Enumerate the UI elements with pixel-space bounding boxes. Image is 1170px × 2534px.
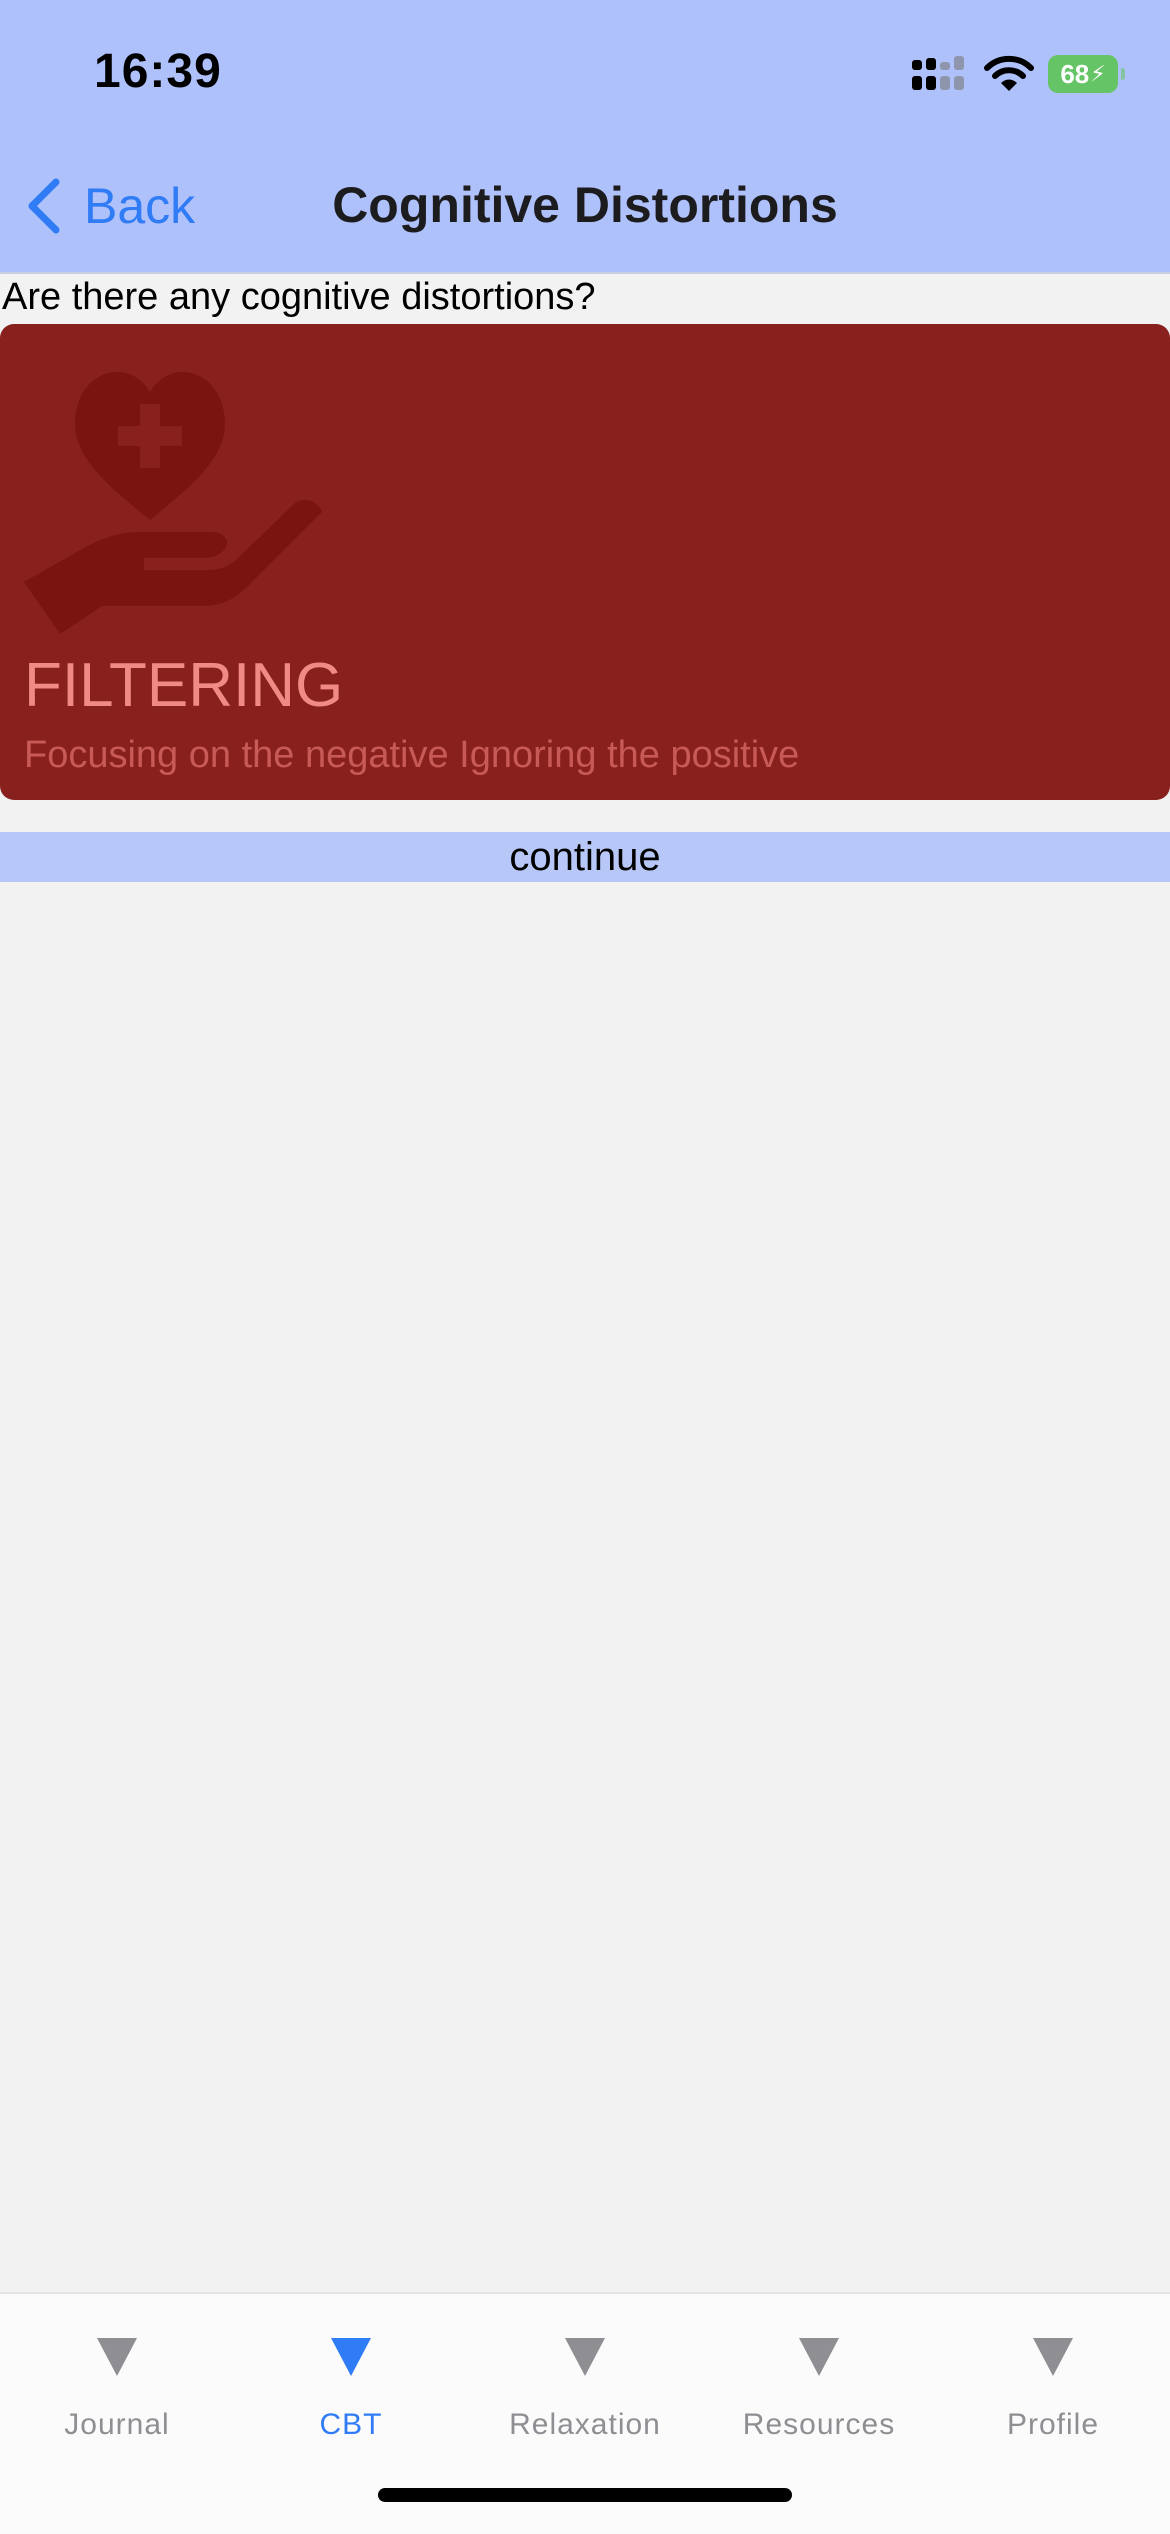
tab-relaxation[interactable]: Relaxation <box>468 2324 702 2464</box>
triangle-down-icon <box>97 2338 137 2376</box>
battery-indicator: 68 ⚡ <box>1048 55 1125 93</box>
status-time: 16:39 <box>94 45 222 98</box>
heart-in-hand-icon <box>24 372 322 634</box>
continue-button[interactable]: continue <box>0 832 1170 882</box>
card-subtitle: Focusing on the negative Ignoring the po… <box>24 734 800 776</box>
tab-cbt[interactable]: CBT <box>234 2324 468 2464</box>
navigation-bar: 16:39 68 ⚡ Back Cognitive Distortions <box>0 0 1170 274</box>
triangle-down-icon <box>331 2338 371 2376</box>
tab-label: Relaxation <box>509 2408 661 2441</box>
charging-bolt-icon: ⚡ <box>1090 61 1106 86</box>
battery-nub <box>1121 68 1125 80</box>
distortion-card[interactable]: FILTERING Focusing on the negative Ignor… <box>0 324 1170 800</box>
wifi-icon <box>984 55 1034 91</box>
home-indicator <box>378 2488 792 2502</box>
triangle-down-icon <box>565 2338 605 2376</box>
question-text: Are there any cognitive distortions? <box>2 276 596 318</box>
status-icons: 68 ⚡ <box>910 52 1125 96</box>
tab-profile[interactable]: Profile <box>936 2324 1170 2464</box>
tab-label: Profile <box>1006 2408 1100 2441</box>
cellular-signal-icon <box>912 56 964 90</box>
tab-journal[interactable]: Journal <box>0 2324 234 2464</box>
tab-label: CBT <box>319 2408 383 2441</box>
tab-label: Journal <box>64 2408 170 2441</box>
tab-resources[interactable]: Resources <box>702 2324 936 2464</box>
page-title: Cognitive Distortions <box>332 177 838 233</box>
triangle-down-icon <box>1033 2338 1073 2376</box>
tab-label: Resources <box>742 2408 896 2441</box>
card-title: FILTERING <box>24 651 344 720</box>
battery-level: 68 <box>1060 58 1090 89</box>
triangle-down-icon <box>799 2338 839 2376</box>
